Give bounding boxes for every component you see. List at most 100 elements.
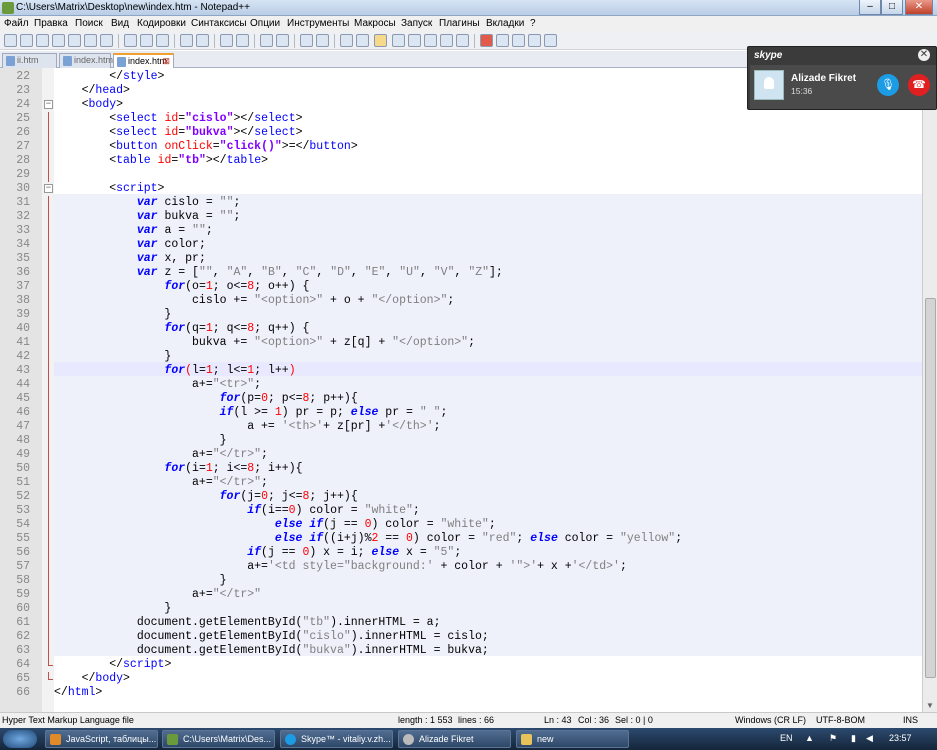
menu-encoding[interactable]: Кодировки bbox=[137, 18, 186, 29]
code-line[interactable]: 64 </script> bbox=[0, 658, 922, 672]
save-macro-icon[interactable] bbox=[544, 34, 557, 47]
code-line[interactable]: 56 if(j == 0) x = i; else x = "5"; bbox=[0, 546, 922, 560]
tab-ii-htm[interactable]: ii.htm bbox=[2, 53, 57, 68]
new-file-icon[interactable] bbox=[4, 34, 17, 47]
code-editor[interactable]: 22 </style> 23 </head> 24− <body> 25 <selec… bbox=[0, 68, 922, 712]
code-line[interactable]: 33 var a = ""; bbox=[0, 224, 922, 238]
tab-index-htm-active[interactable]: index.htm ⊠ bbox=[113, 53, 174, 69]
zoom-in-icon[interactable] bbox=[260, 34, 273, 47]
code-line[interactable]: 41 bukva += "<option>" + z[q] + "</optio… bbox=[0, 336, 922, 350]
taskbar-item-call[interactable]: Alizade Fikret bbox=[398, 730, 511, 748]
volume-icon[interactable]: ◀ bbox=[866, 733, 873, 744]
code-line[interactable]: 66 </html> bbox=[0, 686, 922, 700]
code-line[interactable]: 50 for(i=1; i<=8; i++){ bbox=[0, 462, 922, 476]
code-line[interactable]: 65 </body> bbox=[0, 672, 922, 686]
code-line[interactable]: 25 <select id="cislo"></select> bbox=[0, 112, 922, 126]
microphone-button[interactable]: 🎙 bbox=[877, 74, 899, 96]
menu-tools[interactable]: Инструменты bbox=[287, 18, 349, 29]
menu-run[interactable]: Запуск bbox=[401, 18, 432, 29]
code-line[interactable]: 49 a+="</tr>"; bbox=[0, 448, 922, 462]
code-line[interactable]: 37 for(o=1; o<=8; o++) { bbox=[0, 280, 922, 294]
code-line[interactable]: 59 a+="</tr>" bbox=[0, 588, 922, 602]
language-indicator[interactable]: EN bbox=[780, 733, 793, 743]
code-line[interactable]: 62 document.getElementById("cislo").inne… bbox=[0, 630, 922, 644]
code-line[interactable]: 40 for(q=1; q<=8; q++) { bbox=[0, 322, 922, 336]
code-line[interactable]: 61 document.getElementById("tb").innerHT… bbox=[0, 616, 922, 630]
folder-workspace-icon[interactable] bbox=[440, 34, 453, 47]
save-icon[interactable] bbox=[36, 34, 49, 47]
code-line[interactable]: 55 else if((i+j)%2 == 0) color = "red"; … bbox=[0, 532, 922, 546]
code-line[interactable]: 58 } bbox=[0, 574, 922, 588]
function-list-icon[interactable] bbox=[424, 34, 437, 47]
menu-view[interactable]: Вид bbox=[111, 18, 129, 29]
clock[interactable]: 23:57 bbox=[889, 733, 912, 743]
code-line[interactable]: 43 for(l=1; l<=1; l++) bbox=[0, 364, 922, 378]
flag-icon[interactable]: ⚑ bbox=[829, 733, 837, 744]
code-line[interactable]: 30 − <script> bbox=[0, 182, 922, 196]
code-line[interactable]: 52 for(j=0; j<=8; j++){ bbox=[0, 490, 922, 504]
fold-toggle-icon[interactable]: − bbox=[44, 100, 53, 109]
code-line[interactable]: 35 var x, pr; bbox=[0, 252, 922, 266]
zoom-out-icon[interactable] bbox=[276, 34, 289, 47]
end-call-button[interactable]: ☎ bbox=[908, 74, 930, 96]
menu-options[interactable]: Опции bbox=[250, 18, 280, 29]
taskbar-item-folder[interactable]: new bbox=[516, 730, 629, 748]
menu-help[interactable]: ? bbox=[530, 18, 536, 29]
network-icon[interactable]: ▮ bbox=[851, 733, 856, 744]
menu-edit[interactable]: Правка bbox=[34, 18, 68, 29]
close-popup-button[interactable]: ✕ bbox=[918, 49, 930, 61]
indent-guide-icon[interactable] bbox=[374, 34, 387, 47]
replace-icon[interactable] bbox=[236, 34, 249, 47]
doc-map-icon[interactable] bbox=[408, 34, 421, 47]
show-all-chars-icon[interactable] bbox=[356, 34, 369, 47]
code-line[interactable]: 38 cislo += "<option>" + o + "</option>"… bbox=[0, 294, 922, 308]
menu-macros[interactable]: Макросы bbox=[354, 18, 396, 29]
code-line[interactable]: 63 document.getElementById("bukva").inne… bbox=[0, 644, 922, 658]
code-line[interactable]: 29 bbox=[0, 168, 922, 182]
tab-index-htm[interactable]: index.htm bbox=[59, 53, 113, 68]
code-line[interactable]: 54 else if(j == 0) color = "white"; bbox=[0, 518, 922, 532]
code-line[interactable]: 42 } bbox=[0, 350, 922, 364]
skype-call-popup[interactable]: skype ✕ Alizade Fikret 15:36 🎙 ☎ bbox=[747, 46, 937, 110]
close-tab-icon[interactable]: ⊠ bbox=[162, 55, 170, 68]
code-line[interactable]: 44 a+="<tr>"; bbox=[0, 378, 922, 392]
code-line[interactable]: 39 } bbox=[0, 308, 922, 322]
find-icon[interactable] bbox=[220, 34, 233, 47]
code-line[interactable]: 27 <button onClick="click()">=</button> bbox=[0, 140, 922, 154]
code-line[interactable]: 51 a+="</tr>"; bbox=[0, 476, 922, 490]
paste-icon[interactable] bbox=[156, 34, 169, 47]
monitoring-icon[interactable] bbox=[456, 34, 469, 47]
taskbar-item-notepad[interactable]: C:\Users\Matrix\Des... bbox=[162, 730, 275, 748]
menu-plugins[interactable]: Плагины bbox=[439, 18, 480, 29]
word-wrap-icon[interactable] bbox=[340, 34, 353, 47]
code-line[interactable]: 47 a += '<th>'+ z[pr] +'</th>'; bbox=[0, 420, 922, 434]
stop-macro-icon[interactable] bbox=[496, 34, 509, 47]
code-line[interactable]: 45 for(p=0; p<=8; p++){ bbox=[0, 392, 922, 406]
tray-arrow-icon[interactable]: ▲ bbox=[805, 733, 814, 743]
close-file-icon[interactable] bbox=[68, 34, 81, 47]
sync-horizontal-icon[interactable] bbox=[316, 34, 329, 47]
cut-icon[interactable] bbox=[124, 34, 137, 47]
code-line[interactable]: 57 a+='<td style="background:' + color +… bbox=[0, 560, 922, 574]
menu-tabs[interactable]: Вкладки bbox=[486, 18, 524, 29]
menu-syntax[interactable]: Синтаксисы bbox=[191, 18, 247, 29]
code-line[interactable]: 60 } bbox=[0, 602, 922, 616]
code-line[interactable]: 32 var bukva = ""; bbox=[0, 210, 922, 224]
save-all-icon[interactable] bbox=[52, 34, 65, 47]
taskbar-item-skype[interactable]: Skype™ - vitaliy.v.zh... bbox=[280, 730, 393, 748]
code-line[interactable]: 46 if(l >= 1) pr = p; else pr = " "; bbox=[0, 406, 922, 420]
close-button[interactable]: ✕ bbox=[905, 0, 933, 15]
undo-icon[interactable] bbox=[180, 34, 193, 47]
code-line[interactable]: 31 var cislo = ""; bbox=[0, 196, 922, 210]
close-all-icon[interactable] bbox=[84, 34, 97, 47]
menu-search[interactable]: Поиск bbox=[75, 18, 103, 29]
user-language-icon[interactable] bbox=[392, 34, 405, 47]
copy-icon[interactable] bbox=[140, 34, 153, 47]
menu-file[interactable]: Файл bbox=[4, 18, 29, 29]
minimize-button[interactable]: – bbox=[859, 0, 881, 15]
sync-vertical-icon[interactable] bbox=[300, 34, 313, 47]
scroll-down-icon[interactable]: ▼ bbox=[926, 701, 934, 710]
code-line[interactable]: 48 } bbox=[0, 434, 922, 448]
code-line[interactable]: 36 var z = ["", "A", "B", "C", "D", "E",… bbox=[0, 266, 922, 280]
start-button[interactable] bbox=[3, 730, 37, 748]
